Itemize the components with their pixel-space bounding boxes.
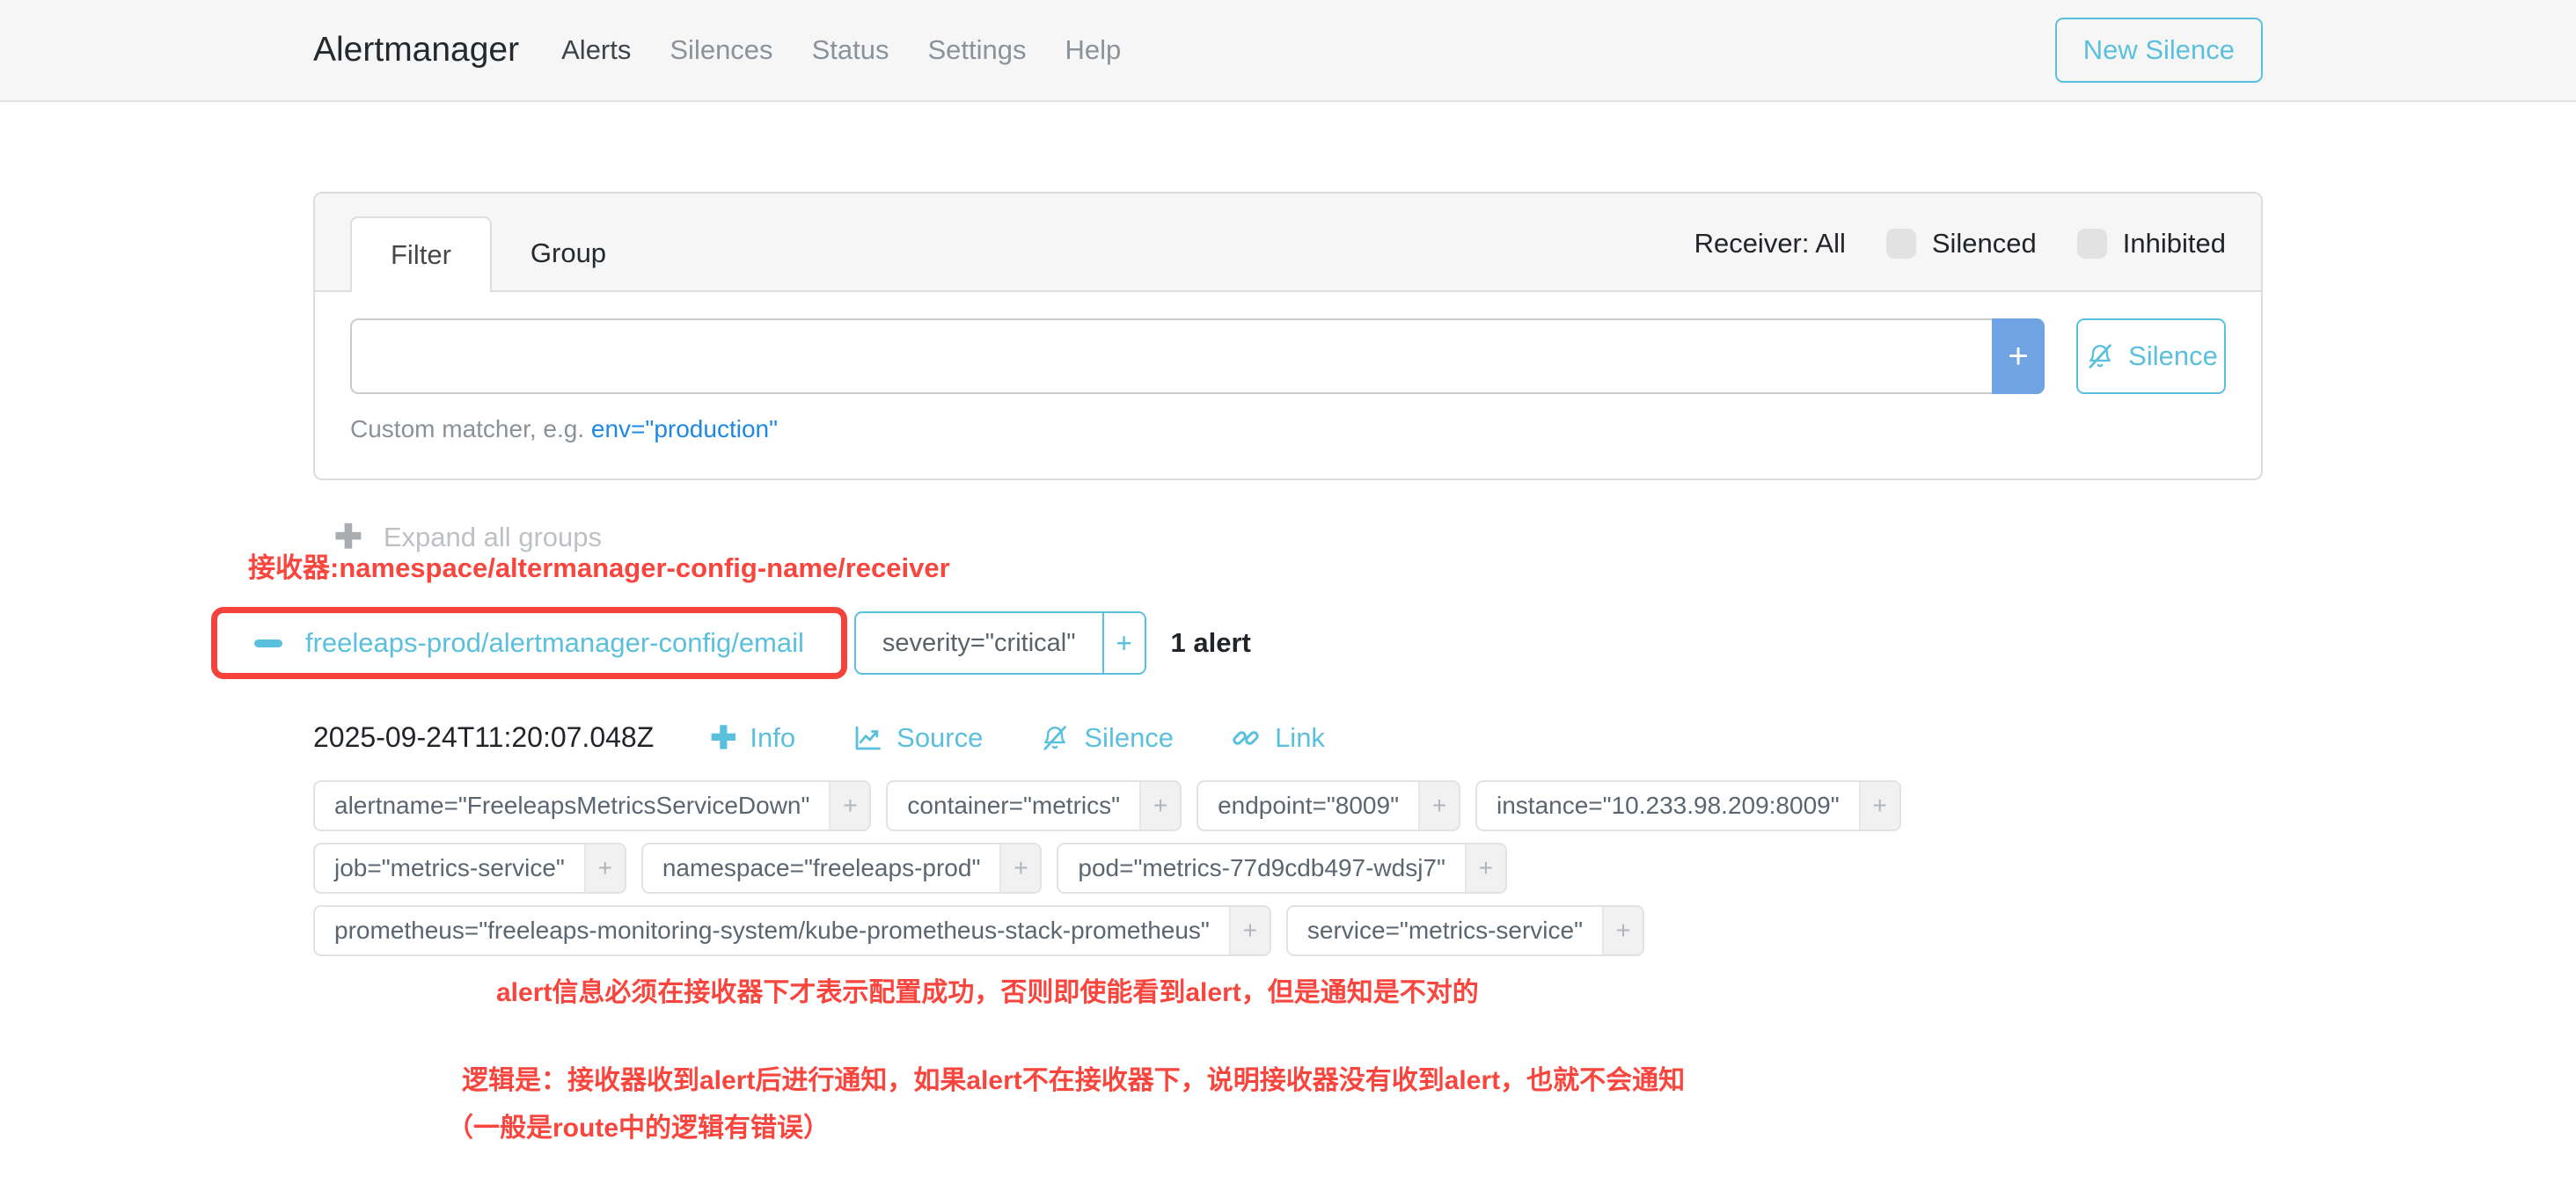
receiver-group-button[interactable]: freeleaps-prod/alertmanager-config/email xyxy=(221,617,838,669)
filter-card: Filter Group Receiver: All Silenced Inhi… xyxy=(313,192,2263,480)
label-namespace: namespace="freeleaps-prod" + xyxy=(641,843,1043,894)
label-add-button[interactable]: + xyxy=(999,844,1040,892)
group-filter-add-button[interactable]: + xyxy=(1102,611,1146,675)
filter-card-header: Filter Group Receiver: All Silenced Inhi… xyxy=(315,194,2261,292)
label-add-button[interactable]: + xyxy=(1418,782,1459,830)
label-job: job="metrics-service" + xyxy=(313,843,626,894)
inhibited-checkbox-label: Inhibited xyxy=(2123,228,2226,259)
groups-section: ✚ Expand all groups 接收器:namespace/alterm… xyxy=(313,519,2263,679)
silenced-checkbox-label: Silenced xyxy=(1932,228,2037,259)
new-silence-button[interactable]: New Silence xyxy=(2055,18,2263,83)
nav-link-help[interactable]: Help xyxy=(1065,34,1121,66)
nav-link-silences[interactable]: Silences xyxy=(670,34,772,66)
label-container: container="metrics" + xyxy=(886,780,1182,831)
silence-button-label: Silence xyxy=(2128,340,2218,372)
label-add-button[interactable]: + xyxy=(829,782,869,830)
inhibited-checkbox[interactable] xyxy=(2077,229,2107,259)
alert-source-link[interactable]: Source xyxy=(852,722,983,754)
receiver-dropdown[interactable]: Receiver: All xyxy=(1694,228,1846,259)
alert-silence-link[interactable]: Silence xyxy=(1039,722,1174,754)
label-add-button[interactable]: + xyxy=(584,844,625,892)
group-filter-label[interactable]: severity="critical" xyxy=(854,611,1102,675)
silenced-checkbox[interactable] xyxy=(1886,229,1916,259)
tab-filter[interactable]: Filter xyxy=(350,216,492,292)
silence-from-filter-button[interactable]: Silence xyxy=(2076,318,2226,394)
bell-slash-icon xyxy=(1039,722,1071,754)
receiver-group-label: freeleaps-prod/alertmanager-config/email xyxy=(305,627,804,659)
alert-timestamp: 2025-09-24T11:20:07.048Z xyxy=(313,721,654,754)
filter-tabs: Filter Group xyxy=(350,216,645,290)
alert-info-link[interactable]: ✚ Info xyxy=(710,722,795,754)
navbar: Alertmanager Alerts Silences Status Sett… xyxy=(0,0,2576,102)
chart-icon xyxy=(852,722,883,754)
note-route-error: （一般是route中的逻辑有错误） xyxy=(447,1106,2263,1144)
label-service: service="metrics-service" + xyxy=(1286,905,1644,956)
label-add-button[interactable]: + xyxy=(1859,782,1899,830)
label-endpoint: endpoint="8009" + xyxy=(1197,780,1460,831)
matcher-example-link[interactable]: env="production" xyxy=(591,415,778,442)
group-filter-chip: severity="critical" + xyxy=(854,611,1146,675)
bell-slash-icon xyxy=(2084,340,2116,372)
note-config-success: alert信息必须在接收器下才表示配置成功，否则即使能看到alert，但是通知是… xyxy=(496,970,2263,1009)
label-instance: instance="10.233.98.209:8009" + xyxy=(1475,780,1901,831)
label-alertname: alertname="FreeleapsMetricsServiceDown" … xyxy=(313,780,871,831)
alert-link-link[interactable]: Link xyxy=(1230,722,1325,754)
filter-card-body: + Silence Custom matcher, e.g. env="prod… xyxy=(315,292,2261,479)
red-highlight-box: freeleaps-prod/alertmanager-config/email xyxy=(211,607,847,679)
receiver-annotation-text: 接收器:namespace/altermanager-config-name/r… xyxy=(248,545,950,585)
label-add-button[interactable]: + xyxy=(1465,844,1505,892)
label-add-button[interactable]: + xyxy=(1139,782,1180,830)
add-matcher-button[interactable]: + xyxy=(1992,318,2045,394)
nav-link-status[interactable]: Status xyxy=(812,34,889,66)
app-brand[interactable]: Alertmanager xyxy=(313,31,519,69)
alert-count: 1 alert xyxy=(1171,627,1251,659)
label-pod: pod="metrics-77d9cdb497-wdsj7" + xyxy=(1057,843,1507,894)
alert-labels: alertname="FreeleapsMetricsServiceDown" … xyxy=(313,780,2263,956)
label-prometheus: prometheus="freeleaps-monitoring-system/… xyxy=(313,905,1271,956)
nav-link-settings[interactable]: Settings xyxy=(927,34,1026,66)
label-add-button[interactable]: + xyxy=(1602,907,1643,954)
tab-group[interactable]: Group xyxy=(492,216,645,290)
custom-matcher-hint: Custom matcher, e.g. env="production" xyxy=(350,415,2226,443)
label-add-button[interactable]: + xyxy=(1229,907,1270,954)
alert-item: 2025-09-24T11:20:07.048Z ✚ Info Source xyxy=(313,721,2263,1144)
plus-icon: ✚ xyxy=(710,722,736,754)
link-icon xyxy=(1230,722,1262,754)
note-logic-explanation: 逻辑是：接收器收到alert后进行通知，如果alert不在接收器下，说明接收器没… xyxy=(462,1058,2263,1097)
minus-icon xyxy=(254,640,282,647)
matcher-input[interactable] xyxy=(350,318,1992,394)
nav-link-alerts[interactable]: Alerts xyxy=(561,34,631,66)
